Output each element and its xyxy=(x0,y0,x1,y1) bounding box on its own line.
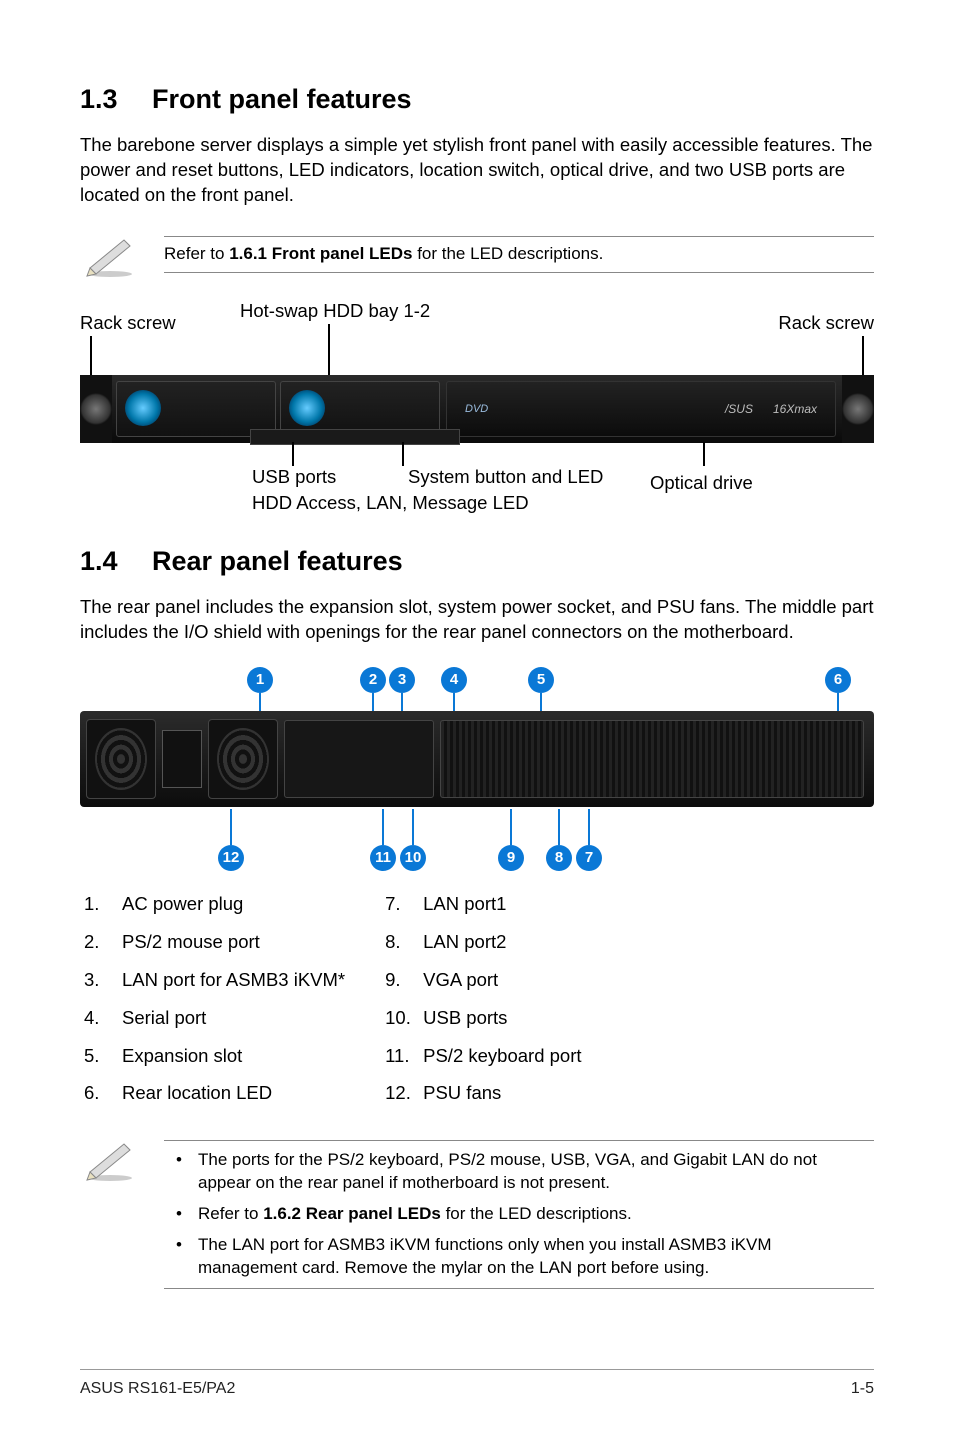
port-list-item: 9.VGA port xyxy=(385,961,581,999)
port-list-item: 8.LAN port2 xyxy=(385,923,581,961)
rear-panel-diagram: 123456 121110987 xyxy=(80,667,874,871)
heading-1-3: 1.3Front panel features xyxy=(80,84,874,115)
note-item: Refer to 1.6.2 Rear panel LEDs for the L… xyxy=(164,1203,874,1226)
footer-left: ASUS RS161-E5/PA2 xyxy=(80,1380,235,1398)
port-list-item: 2.PS/2 mouse port xyxy=(84,923,345,961)
page-footer: ASUS RS161-E5/PA2 1-5 xyxy=(80,1369,874,1398)
callout-bubble-7: 7 xyxy=(576,845,602,871)
note-item: The ports for the PS/2 keyboard, PS/2 mo… xyxy=(164,1149,874,1195)
heading-num: 1.4 xyxy=(80,546,152,577)
server-front-image: DVD /SUS 16Xmax xyxy=(80,375,874,443)
note-text: Refer to 1.6.1 Front panel LEDs for the … xyxy=(164,244,603,263)
callout-bubble-10: 10 xyxy=(400,845,426,871)
front-panel-diagram: Rack screw Hot-swap HDD bay 1-2 Rack scr… xyxy=(80,300,874,520)
port-list-item: 3.LAN port for ASMB3 iKVM* xyxy=(84,961,345,999)
heading-title: Rear panel features xyxy=(152,546,403,576)
label-optical-drive: Optical drive xyxy=(650,472,753,494)
port-list-item: 5.Expansion slot xyxy=(84,1037,345,1075)
heading-1-4: 1.4Rear panel features xyxy=(80,546,874,577)
heading-title: Front panel features xyxy=(152,84,412,114)
label-hot-swap: Hot-swap HDD bay 1-2 xyxy=(240,300,430,322)
heading-num: 1.3 xyxy=(80,84,152,115)
note-rear: The ports for the PS/2 keyboard, PS/2 mo… xyxy=(80,1134,874,1295)
callout-bubble-6: 6 xyxy=(825,667,851,693)
port-list-item: 11.PS/2 keyboard port xyxy=(385,1037,581,1075)
callout-bubble-1: 1 xyxy=(247,667,273,693)
label-usb-ports: USB ports xyxy=(252,466,336,488)
port-list-item: 1.AC power plug xyxy=(84,885,345,923)
note-front-leds: Refer to 1.6.1 Front panel LEDs for the … xyxy=(80,230,874,282)
label-system-button: System button and LED xyxy=(408,466,603,488)
label-rack-screw-left: Rack screw xyxy=(80,312,176,334)
rear-port-list: 1.AC power plug2.PS/2 mouse port3.LAN po… xyxy=(84,885,874,1113)
port-list-item: 12.PSU fans xyxy=(385,1074,581,1112)
label-hdd-access-led: HDD Access, LAN, Message LED xyxy=(252,492,529,514)
callout-bubble-12: 12 xyxy=(218,845,244,871)
rear-paragraph: The rear panel includes the expansion sl… xyxy=(80,595,874,645)
front-paragraph: The barebone server displays a simple ye… xyxy=(80,133,874,208)
pencil-icon xyxy=(80,230,140,282)
footer-right: 1-5 xyxy=(851,1380,874,1398)
port-list-item: 10.USB ports xyxy=(385,999,581,1037)
port-list-item: 4.Serial port xyxy=(84,999,345,1037)
callout-bubble-5: 5 xyxy=(528,667,554,693)
optical-drive: DVD /SUS 16Xmax xyxy=(446,381,836,437)
callout-bubble-3: 3 xyxy=(389,667,415,693)
port-list-item: 6.Rear location LED xyxy=(84,1074,345,1112)
callout-bubble-4: 4 xyxy=(441,667,467,693)
callout-bubble-2: 2 xyxy=(360,667,386,693)
callout-bubble-11: 11 xyxy=(370,845,396,871)
callout-bubble-9: 9 xyxy=(498,845,524,871)
server-rear-image xyxy=(80,711,874,807)
pencil-icon xyxy=(80,1134,140,1186)
note-item: The LAN port for ASMB3 iKVM functions on… xyxy=(164,1234,874,1280)
port-list-item: 7.LAN port1 xyxy=(385,885,581,923)
label-rack-screw-right: Rack screw xyxy=(778,312,874,334)
callout-bubble-8: 8 xyxy=(546,845,572,871)
